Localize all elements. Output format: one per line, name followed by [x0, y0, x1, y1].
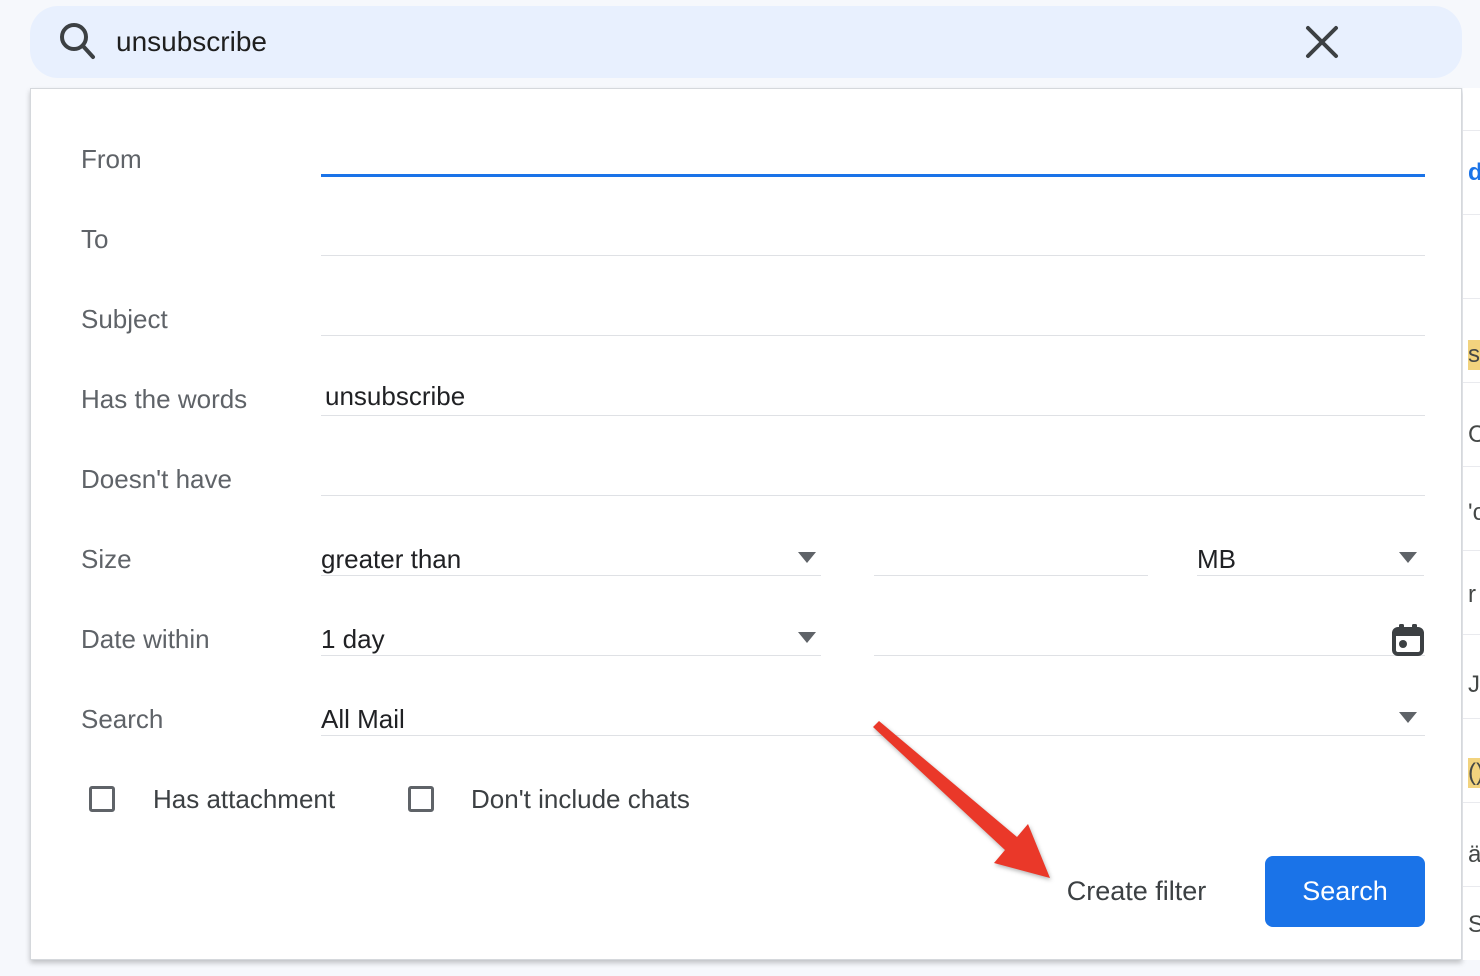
- from-underline-focused: [321, 174, 1425, 177]
- text-fragment: 'c: [1468, 498, 1480, 528]
- search-button[interactable]: Search: [1265, 856, 1425, 927]
- has-words-field[interactable]: [321, 377, 1425, 415]
- row-divider: [1463, 718, 1480, 719]
- date-within-dropdown[interactable]: 1 day: [321, 622, 821, 656]
- close-icon[interactable]: [1302, 22, 1342, 62]
- text-fragment: d: [1468, 158, 1480, 188]
- date-field[interactable]: [874, 617, 1374, 655]
- size-amount-underline: [874, 575, 1148, 576]
- text-fragment: r: [1468, 580, 1476, 610]
- search-input[interactable]: [116, 26, 1302, 58]
- to-label: To: [81, 222, 108, 256]
- chevron-down-icon: [1399, 712, 1417, 723]
- date-underline: [874, 655, 1425, 656]
- row-divider: [1463, 886, 1480, 887]
- search-scope-underline: [321, 735, 1425, 736]
- create-filter-button[interactable]: Create filter: [1044, 873, 1229, 909]
- dont-include-chats-label: Don't include chats: [471, 782, 690, 816]
- search-scope-label: Search: [81, 702, 163, 736]
- from-field[interactable]: [321, 137, 1425, 175]
- row-divider: [1463, 130, 1480, 131]
- row-divider: [1463, 802, 1480, 803]
- background-email-list-sliver: d s C 'c r J () ä S: [1463, 88, 1480, 960]
- date-within-underline: [321, 655, 821, 656]
- to-underline: [321, 255, 1425, 256]
- row-divider: [1463, 298, 1480, 299]
- doesnt-have-label: Doesn't have: [81, 462, 232, 496]
- gmail-search-bar: [30, 6, 1462, 78]
- dont-include-chats-checkbox[interactable]: [408, 786, 434, 812]
- size-unit-dropdown[interactable]: MB: [1197, 542, 1424, 576]
- subject-field[interactable]: [321, 297, 1425, 335]
- text-fragment: J: [1468, 670, 1480, 700]
- search-filter-dialog: From To Subject Has the words Doesn't ha…: [30, 88, 1462, 960]
- to-field[interactable]: [321, 217, 1425, 255]
- size-operator-dropdown[interactable]: greater than: [321, 542, 821, 576]
- has-attachment-label: Has attachment: [153, 782, 335, 816]
- row-divider: [1463, 214, 1480, 215]
- has-words-underline: [321, 415, 1425, 416]
- from-label: From: [81, 142, 142, 176]
- doesnt-have-field[interactable]: [321, 457, 1425, 495]
- subject-underline: [321, 335, 1425, 336]
- text-fragment-highlighted: (): [1468, 758, 1480, 788]
- size-operator-underline: [321, 575, 821, 576]
- doesnt-have-underline: [321, 495, 1425, 496]
- calendar-icon[interactable]: [1391, 623, 1425, 657]
- search-scope-dropdown[interactable]: All Mail: [321, 702, 1425, 736]
- row-divider: [1463, 466, 1480, 467]
- chevron-down-icon: [798, 552, 816, 563]
- search-icon[interactable]: [58, 22, 98, 62]
- size-amount-field[interactable]: [874, 537, 1148, 575]
- text-fragment: C: [1468, 420, 1480, 450]
- text-fragment-highlighted: s: [1468, 340, 1480, 370]
- text-fragment: S: [1468, 910, 1480, 940]
- has-words-label: Has the words: [81, 382, 247, 416]
- subject-label: Subject: [81, 302, 168, 336]
- chevron-down-icon: [798, 632, 816, 643]
- row-divider: [1463, 550, 1480, 551]
- date-within-label: Date within: [81, 622, 210, 656]
- row-divider: [1463, 382, 1480, 383]
- text-fragment: ä: [1468, 840, 1480, 870]
- has-attachment-checkbox[interactable]: [89, 786, 115, 812]
- chevron-down-icon: [1399, 552, 1417, 563]
- size-label: Size: [81, 542, 132, 576]
- row-divider: [1463, 634, 1480, 635]
- size-unit-underline: [1197, 575, 1424, 576]
